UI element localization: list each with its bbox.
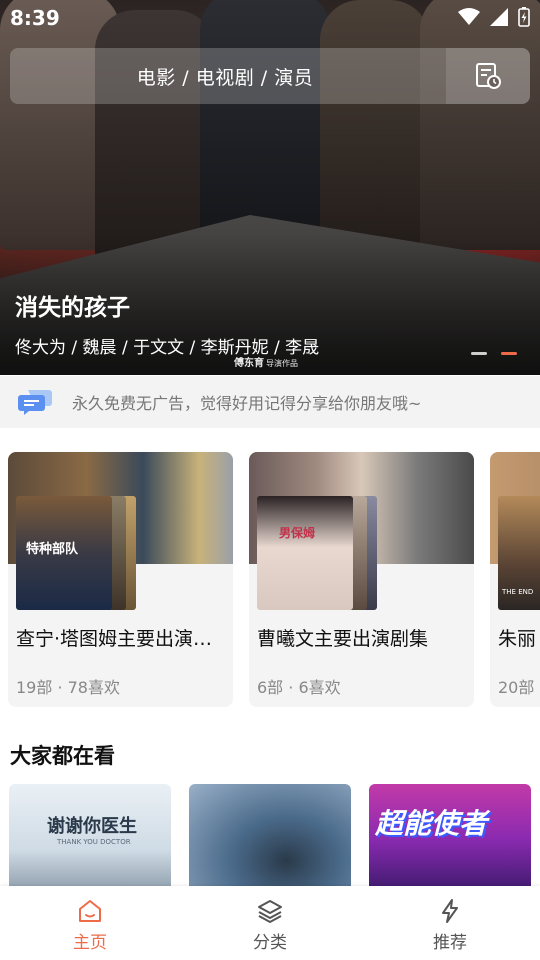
tab-label: 分类 xyxy=(253,933,287,953)
popular-list: 谢谢你医生 THANK YOU DOCTOR 超能使者 xyxy=(0,784,540,888)
section-title: 大家都在看 xyxy=(10,744,115,768)
poster-stack: 男保姆 xyxy=(257,496,377,610)
lightning-icon xyxy=(442,899,458,923)
popular-poster[interactable] xyxy=(189,784,351,888)
tab-label: 主页 xyxy=(73,933,107,953)
banner-title: 消失的孩子 xyxy=(15,295,130,321)
page-dot xyxy=(471,352,487,355)
notice-bar: 永久免费无广告，觉得好用记得分享给你朋友哦~ xyxy=(0,376,540,428)
history-button[interactable] xyxy=(446,48,530,104)
notice-text: 永久免费无广告，觉得好用记得分享给你朋友哦~ xyxy=(72,394,422,413)
battery-icon xyxy=(518,7,530,27)
tab-category[interactable]: 分类 xyxy=(180,886,360,960)
tab-home[interactable]: 主页 xyxy=(0,886,180,960)
search-placeholder: 电影 / 电视剧 / 演员 xyxy=(136,67,314,89)
collection-card[interactable]: 男保姆 曹曦文主要出演剧集 6部 · 6喜欢 xyxy=(249,452,474,707)
banner-page-indicator xyxy=(471,352,517,355)
bottom-tab-bar: 主页 分类 推荐 xyxy=(0,886,540,960)
wifi-icon xyxy=(458,8,480,25)
collection-list: 特种部队 查宁·塔图姆主要出演… 19部 · 78喜欢 男保姆 曹曦文主要出演剧… xyxy=(0,452,540,708)
chat-bubbles-icon xyxy=(18,390,52,415)
poster-stack: THE END xyxy=(498,496,540,610)
banner-figure xyxy=(420,0,540,250)
poster-stack: 特种部队 xyxy=(16,496,136,610)
collection-card[interactable]: THE END 朱丽 20部 xyxy=(490,452,540,707)
page-dot-active xyxy=(501,352,517,355)
collection-poster: THE END xyxy=(498,496,540,610)
popular-poster[interactable]: 谢谢你医生 THANK YOU DOCTOR xyxy=(9,784,171,888)
collection-meta: 19部 · 78喜欢 xyxy=(16,678,120,697)
signal-icon xyxy=(490,8,508,26)
status-bar: 8:39 xyxy=(0,0,540,36)
tab-label: 推荐 xyxy=(433,933,467,953)
collection-poster: 男保姆 xyxy=(257,496,353,610)
collection-title: 朱丽 xyxy=(498,628,537,650)
collection-card[interactable]: 特种部队 查宁·塔图姆主要出演… 19部 · 78喜欢 xyxy=(8,452,233,707)
collection-meta: 6部 · 6喜欢 xyxy=(257,678,341,697)
search-bar[interactable]: 电影 / 电视剧 / 演员 xyxy=(10,48,530,104)
banner-figure xyxy=(320,0,430,250)
collection-title: 曹曦文主要出演剧集 xyxy=(257,628,429,650)
collection-poster: 特种部队 xyxy=(16,496,112,610)
hero-banner[interactable]: 8:39 电影 / 电视剧 / 演员 消失的孩子 佟大为 / 魏晨 / 于文文 … xyxy=(0,0,540,375)
home-icon xyxy=(79,900,101,922)
collection-meta: 20部 xyxy=(498,678,535,697)
status-time: 8:39 xyxy=(10,6,60,30)
tab-recommend[interactable]: 推荐 xyxy=(360,886,540,960)
banner-watermark: 傅东育 导演作品 xyxy=(234,358,298,369)
history-list-icon xyxy=(476,63,501,89)
layers-icon xyxy=(258,900,282,923)
banner-figure xyxy=(200,0,330,240)
popular-poster[interactable]: 超能使者 xyxy=(369,784,531,888)
collection-title: 查宁·塔图姆主要出演… xyxy=(16,628,213,650)
